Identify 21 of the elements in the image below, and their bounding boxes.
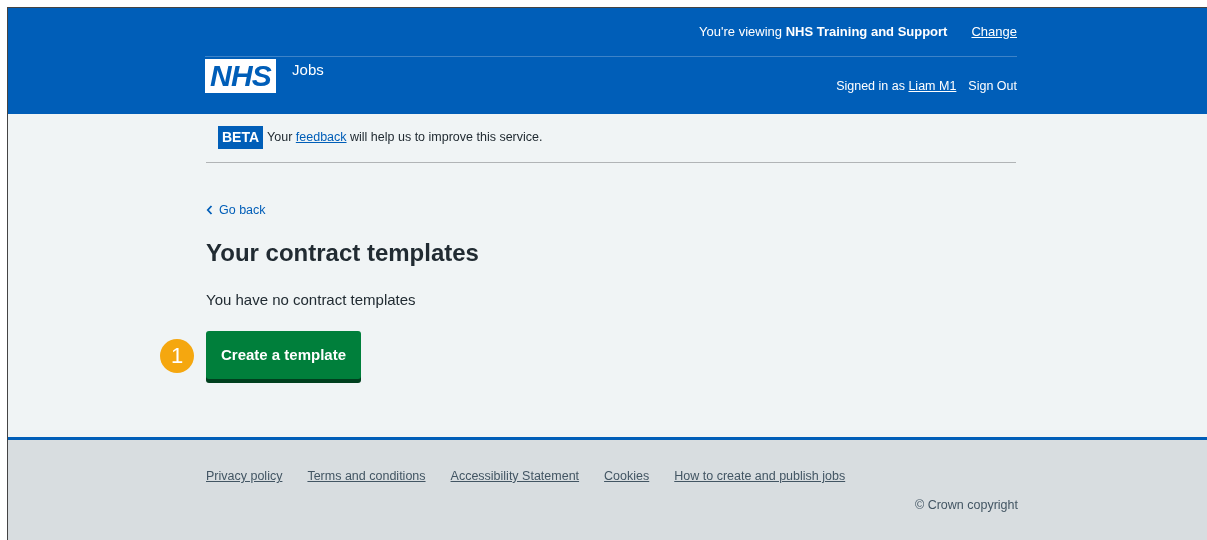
user-name-link[interactable]: Liam M1: [908, 79, 957, 93]
footer-link[interactable]: Terms and conditions: [307, 467, 426, 486]
change-link[interactable]: Change: [971, 22, 1017, 42]
step-marker: 1: [160, 338, 194, 373]
copyright-text: © Crown copyright: [915, 496, 1018, 514]
footer-link[interactable]: How to create and publish jobs: [674, 467, 846, 486]
page-heading: Your contract templates: [206, 238, 480, 269]
signed-in-text: Signed in as Liam M1: [836, 78, 957, 95]
body-text: You have no contract templates: [206, 290, 417, 311]
back-link[interactable]: Go back: [206, 201, 266, 220]
footer-link[interactable]: Privacy policy: [206, 467, 283, 486]
viewing-organisation-text: You're viewing NHS Training and Support: [699, 23, 948, 42]
footer-link[interactable]: Cookies: [604, 467, 650, 486]
feedback-link[interactable]: feedback: [295, 130, 347, 145]
footer-link[interactable]: Accessibility Statement: [450, 467, 580, 486]
nhs-logo[interactable]: NHS: [205, 59, 277, 94]
beta-feedback-text: Your feedback will help us to improve this service.: [267, 129, 543, 147]
beta-tag: BETA: [218, 126, 264, 149]
chevron-left-icon: [206, 205, 213, 216]
sign-out-link[interactable]: Sign Out: [968, 77, 1017, 96]
service-name[interactable]: Jobs: [292, 59, 324, 82]
